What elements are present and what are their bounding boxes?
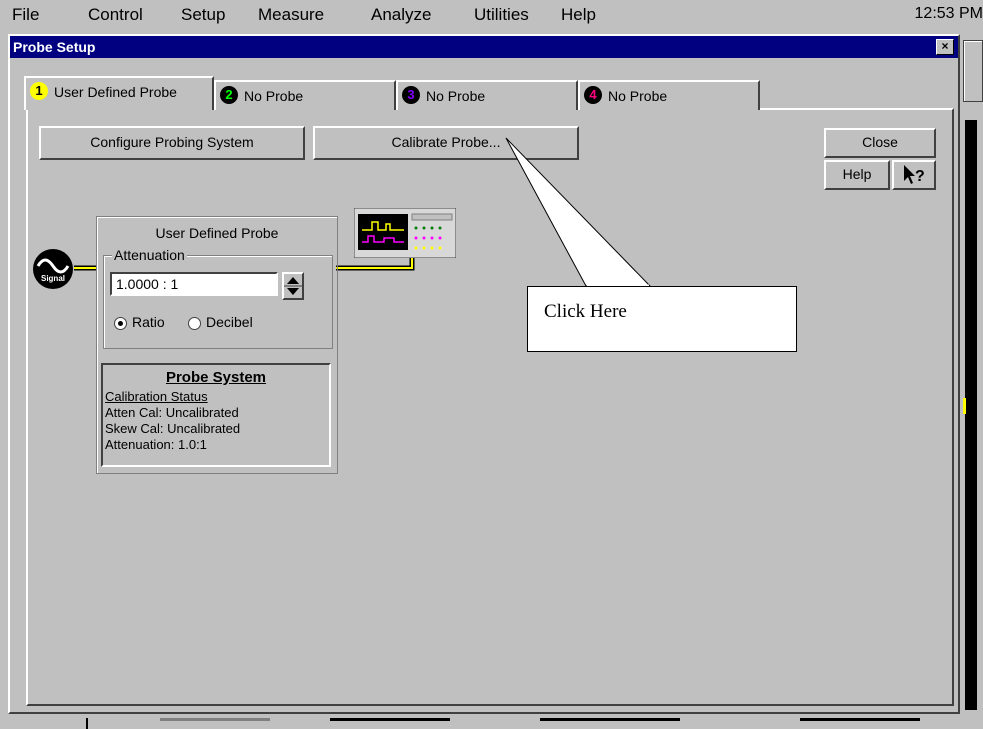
menu-file[interactable]: File [12, 5, 39, 25]
menu-bar: File Control Setup Measure Analyze Utili… [0, 0, 983, 30]
probe-3-number-icon: 3 [402, 86, 420, 104]
probe-title: User Defined Probe [155, 225, 279, 241]
menu-analyze[interactable]: Analyze [371, 5, 431, 25]
skew-cal-status: Skew Cal: Uncalibrated [105, 421, 241, 436]
menu-help[interactable]: Help [561, 5, 596, 25]
tab-probe-2-label: No Probe [244, 88, 304, 104]
ratio-label: Ratio [132, 314, 165, 330]
decibel-radio[interactable] [188, 317, 201, 330]
configure-probing-system-button[interactable]: Configure Probing System [39, 126, 305, 160]
tab-probe-4-label: No Probe [608, 88, 668, 104]
whats-this-help-button[interactable]: ? [892, 160, 936, 190]
ratio-radio[interactable] [114, 317, 127, 330]
decibel-label: Decibel [206, 314, 253, 330]
close-label: Close [862, 134, 898, 150]
tab-probe-1[interactable]: 1 User Defined Probe [24, 76, 214, 110]
menu-control[interactable]: Control [88, 5, 143, 25]
attenuation-legend: Attenuation [112, 247, 187, 263]
spin-arrows-icon [284, 277, 302, 295]
close-icon[interactable]: × [936, 39, 954, 55]
callout-pointer [505, 137, 652, 288]
probe-system-panel: Probe System Calibration Status Atten Ca… [101, 363, 331, 467]
probe-4-number-icon: 4 [584, 86, 602, 104]
attenuation-spinner[interactable] [282, 272, 304, 300]
callout-text: Click Here [544, 301, 627, 322]
probe-2-number-icon: 2 [220, 86, 238, 104]
window-titlebar: Probe Setup × [10, 36, 958, 58]
calibrate-probe-label: Calibrate Probe... [391, 134, 501, 150]
attenuation-group: Attenuation 1.0000 : 1 Ratio Decibel [103, 247, 333, 349]
probe-system-heading: Probe System [165, 369, 267, 386]
background-scope-edge [961, 40, 983, 729]
menu-setup[interactable]: Setup [181, 5, 225, 25]
menu-measure[interactable]: Measure [258, 5, 324, 25]
tab-probe-4[interactable]: 4 No Probe [578, 80, 760, 110]
help-label: Help [842, 166, 872, 182]
background-bottom-strip [0, 714, 961, 729]
tab-probe-3[interactable]: 3 No Probe [396, 80, 578, 110]
atten-cal-status: Atten Cal: Uncalibrated [105, 405, 239, 420]
pointer-help-icon: ? [904, 165, 925, 185]
signal-source-icon: Signal [33, 249, 73, 289]
svg-text:Signal: Signal [41, 274, 65, 283]
probe-1-number-icon: 1 [30, 82, 48, 100]
window-title: Probe Setup [13, 39, 96, 55]
svg-text:?: ? [915, 168, 925, 185]
attenuation-status: Attenuation: 1.0:1 [105, 437, 207, 452]
configure-probing-system-label: Configure Probing System [90, 134, 254, 150]
tab-probe-2[interactable]: 2 No Probe [214, 80, 396, 110]
click-here-callout: Click Here [527, 286, 797, 352]
calibration-status-link[interactable]: Calibration Status [105, 389, 208, 404]
attenuation-input[interactable]: 1.0000 : 1 [110, 272, 278, 296]
help-button[interactable]: Help [824, 160, 890, 190]
oscilloscope-icon [354, 208, 456, 258]
tab-probe-1-label: User Defined Probe [54, 84, 177, 100]
clock: 12:53 PM [914, 5, 983, 22]
probe-settings-group: User Defined Probe Attenuation 1.0000 : … [96, 216, 338, 474]
tab-probe-3-label: No Probe [426, 88, 486, 104]
menu-utilities[interactable]: Utilities [474, 5, 529, 25]
close-button[interactable]: Close [824, 128, 936, 158]
